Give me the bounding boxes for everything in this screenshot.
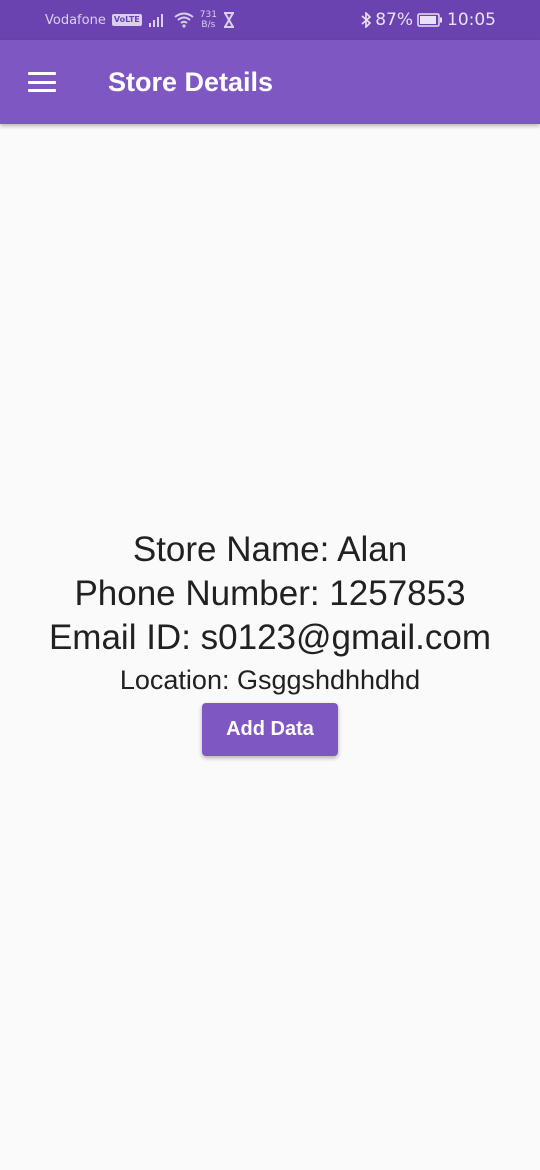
battery-icon (417, 13, 442, 27)
store-details: Store Name: Alan Phone Number: 1257853 E… (0, 528, 540, 698)
speed-unit: B/s (201, 20, 216, 30)
hourglass-icon (223, 12, 234, 28)
page-title: Store Details (108, 67, 274, 97)
app-bar: Store Details (0, 40, 540, 124)
location: Location: Gsggshdhhdhd (119, 665, 421, 695)
volte-badge: VoLTE (111, 14, 142, 26)
status-right: 87% 10:05 (361, 0, 496, 40)
wifi-icon (174, 12, 194, 28)
phone-number: Phone Number: 1257853 (74, 574, 466, 613)
menu-icon (28, 72, 56, 92)
add-data-button[interactable]: Add Data (202, 703, 338, 756)
menu-button[interactable] (20, 62, 64, 102)
email-id: Email ID: s0123@gmail.com (48, 618, 492, 657)
signal-icon (148, 14, 163, 27)
status-left: Vodafone VoLTE 731 B/s (45, 0, 235, 40)
battery-percent: 87% (375, 10, 413, 30)
speed-value: 731 (199, 10, 217, 20)
carrier-name: Vodafone (45, 12, 106, 28)
status-bar: Vodafone VoLTE 731 B/s 87% 10:05 (0, 0, 540, 40)
clock: 10:05 (447, 10, 496, 30)
bluetooth-icon (361, 12, 372, 28)
network-speed: 731 B/s (200, 10, 217, 30)
store-name: Store Name: Alan (132, 530, 408, 569)
